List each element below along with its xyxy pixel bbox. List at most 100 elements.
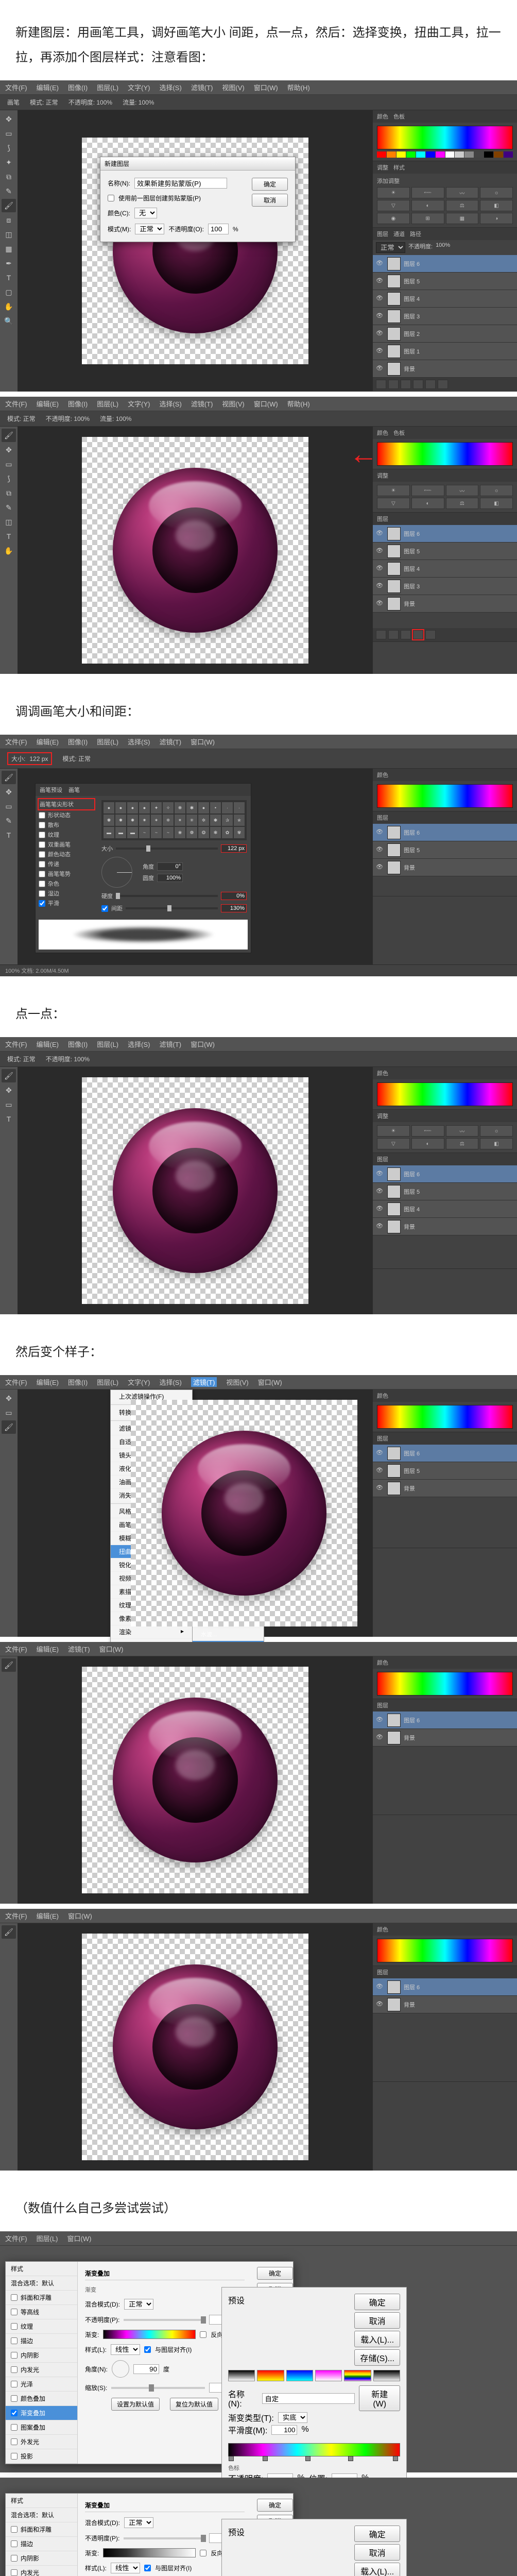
eye-icon[interactable]: 👁 xyxy=(376,365,384,373)
layer-thumb[interactable] xyxy=(387,275,401,288)
make-default-button[interactable]: 设置为默认值 xyxy=(111,2398,160,2411)
blend-mode-select[interactable]: 正常 xyxy=(124,2299,153,2310)
layer-name[interactable]: 图层 5 xyxy=(404,277,420,285)
grad-cancel[interactable]: 取消 xyxy=(354,2312,400,2329)
opt-mode[interactable]: 模式: 正常 xyxy=(30,98,58,107)
mode-select[interactable]: 正常 xyxy=(135,224,164,234)
tab-swatch[interactable]: 色板 xyxy=(393,112,405,121)
adj-lookup[interactable]: ▦ xyxy=(446,213,479,224)
reset-button[interactable]: 复位为默认值 xyxy=(170,2398,218,2411)
layer-name[interactable]: 图层 1 xyxy=(404,347,420,355)
brush-tool[interactable]: 🖌 xyxy=(2,771,16,784)
gradient-preview-dark[interactable] xyxy=(103,2548,196,2557)
adj-exposure[interactable]: ☼ xyxy=(480,187,513,198)
preset-grid[interactable] xyxy=(228,2370,400,2381)
gradient-overlay-item[interactable]: 渐变叠加 xyxy=(6,2406,77,2420)
lasso-tool[interactable]: ⟆ xyxy=(2,141,16,155)
mask-button[interactable] xyxy=(388,380,399,389)
trash-button[interactable] xyxy=(438,380,448,389)
layer-name[interactable]: 图层 3 xyxy=(404,312,420,320)
swatches[interactable] xyxy=(377,151,513,158)
grad-new[interactable]: 新建(W) xyxy=(359,2385,400,2411)
canvas-area[interactable]: 新建图层 名称(N): 使用前一图层创建剪贴蒙版(P) 颜色(C): xyxy=(18,110,373,392)
menu-type[interactable]: 文字(Y) xyxy=(128,82,150,92)
layer-row[interactable]: 👁图层 6 xyxy=(373,255,517,273)
eraser-tool[interactable]: ◫ xyxy=(2,228,16,241)
gradient-tool[interactable]: ▦ xyxy=(2,242,16,256)
adj-levels[interactable]: ⬳ xyxy=(411,187,444,198)
menu-edit[interactable]: 编辑(E) xyxy=(37,82,59,92)
menu-help[interactable]: 帮助(H) xyxy=(287,82,310,92)
op-input[interactable] xyxy=(208,224,229,234)
stamp-tool[interactable]: ⧈ xyxy=(2,213,16,227)
layer-row[interactable]: 👁 图层 1 xyxy=(373,343,517,360)
menu-select[interactable]: 选择(S) xyxy=(159,82,181,92)
size-slider[interactable]: 大小122 px xyxy=(101,844,247,853)
angle-dial[interactable] xyxy=(112,2360,129,2378)
tab-styles[interactable]: 样式 xyxy=(393,163,405,172)
wand-tool[interactable]: ✦ xyxy=(2,156,16,169)
ok-button[interactable]: 确定 xyxy=(252,178,288,191)
eye-icon[interactable]: 👁 xyxy=(376,312,384,320)
grad-save[interactable]: 存储(S)... xyxy=(354,2349,400,2366)
tab-color[interactable]: 颜色 xyxy=(377,112,388,121)
layer-row[interactable]: 👁背景 xyxy=(373,360,517,378)
eye-icon[interactable]: 👁 xyxy=(376,277,384,285)
adj-button[interactable] xyxy=(401,380,411,389)
opacity-slider[interactable] xyxy=(124,2319,205,2321)
layer-row[interactable]: 👁 图层 5 xyxy=(373,273,517,290)
menu-layer[interactable]: 图层(L) xyxy=(97,82,118,92)
layer-thumb[interactable] xyxy=(387,345,401,358)
adj-brightness[interactable]: ☀ xyxy=(377,187,410,198)
shape-tool[interactable]: ▢ xyxy=(2,285,16,299)
marquee-tool[interactable]: ▭ xyxy=(2,127,16,140)
opt-flow[interactable]: 流量: 100% xyxy=(123,98,154,107)
color-ramp[interactable] xyxy=(377,126,513,149)
zoom-tool[interactable]: 🔍 xyxy=(2,314,16,328)
opt-opacity[interactable]: 不透明度: 100% xyxy=(68,98,112,107)
adj-curves[interactable]: 〰 xyxy=(446,187,479,198)
size-value[interactable]: 122 px xyxy=(221,844,247,853)
hand-tool[interactable]: ✋ xyxy=(2,300,16,313)
layer-row[interactable]: 👁 图层 3 xyxy=(373,308,517,325)
grad-load[interactable]: 载入(L)... xyxy=(354,2331,400,2347)
adj-invert[interactable]: ◑ xyxy=(480,213,513,224)
tab-adjust[interactable]: 调整 xyxy=(377,163,388,172)
layer-row[interactable]: 👁图层 4 xyxy=(373,290,517,308)
grad-ok[interactable]: 确定 xyxy=(354,2294,400,2310)
eyedropper-tool[interactable]: ✎ xyxy=(2,184,16,198)
layer-thumb[interactable] xyxy=(387,257,401,270)
eye-icon[interactable]: 👁 xyxy=(376,347,384,355)
adj-balance[interactable]: ⚖ xyxy=(446,200,479,211)
adj-vibrance[interactable]: ▽ xyxy=(377,200,410,211)
adj-mixer[interactable]: ⊞ xyxy=(411,213,444,224)
eye-icon[interactable]: 👁 xyxy=(376,330,384,338)
text-tool[interactable]: T xyxy=(2,271,16,284)
spacing-slider[interactable]: 间距130% xyxy=(101,904,247,912)
tab-channels[interactable]: 通道 xyxy=(393,230,405,238)
adj-hue[interactable]: ◐ xyxy=(411,200,444,211)
layer-thumb[interactable] xyxy=(387,310,401,323)
cancel-button[interactable]: 取消 xyxy=(252,194,288,207)
layer-thumb[interactable] xyxy=(387,292,401,306)
brush-tips-grid[interactable]: ●●●●✦✧❋✱●•∙· ✺✹✸✷✶✵✴✳✲✱✰✯ ▬▬▬~~~❀❁❂❃✿✾ xyxy=(101,800,247,840)
angle-widget[interactable] xyxy=(101,857,132,888)
crop-tool[interactable]: ⧉ xyxy=(2,170,16,183)
brush-tip-shape[interactable]: 画笔笔尖形状 xyxy=(39,799,94,809)
ok-button[interactable]: 确定 xyxy=(257,2267,293,2280)
clip-checkbox[interactable] xyxy=(108,195,114,201)
layer-name[interactable]: 图层 6 xyxy=(404,260,420,268)
adj-bw[interactable]: ◧ xyxy=(480,200,513,211)
eye-icon[interactable]: 👁 xyxy=(376,295,384,303)
group-button[interactable] xyxy=(413,380,423,389)
tab-layers[interactable]: 图层 xyxy=(377,230,388,238)
new-layer-button[interactable] xyxy=(413,630,423,639)
gradient-preview[interactable] xyxy=(103,2330,196,2339)
brush-tool[interactable]: 🖌 xyxy=(2,429,16,442)
brush-tool[interactable]: 🖌 xyxy=(2,199,16,212)
new-layer-button[interactable] xyxy=(425,380,436,389)
menu-filter-open[interactable]: 滤镜(T) xyxy=(191,1377,217,1387)
adj-photo[interactable]: ◉ xyxy=(377,213,410,224)
menu-file[interactable]: 文件(F) xyxy=(5,82,27,92)
menu-window[interactable]: 窗口(W) xyxy=(254,82,278,92)
